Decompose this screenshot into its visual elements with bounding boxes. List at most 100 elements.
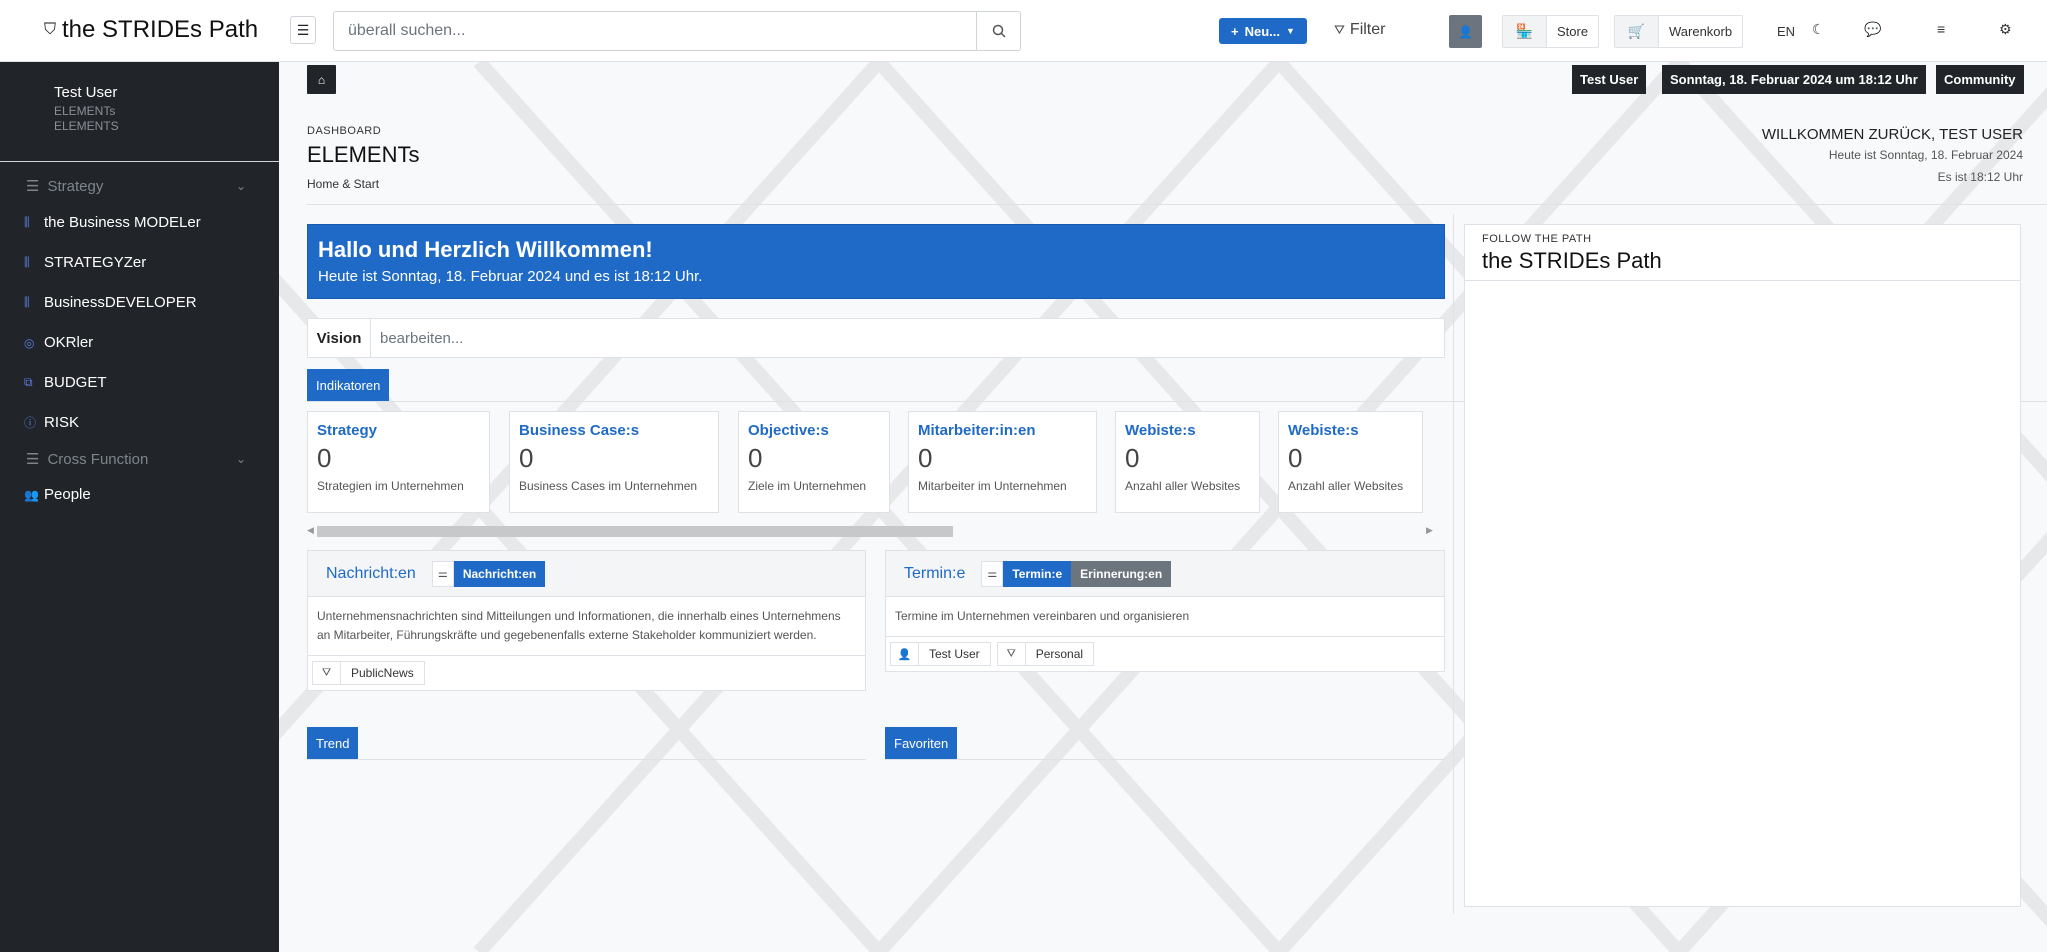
card-description: Business Cases im Unternehmen <box>519 479 698 493</box>
people-icon: 👥 <box>24 487 39 502</box>
user-menu-button[interactable]: 👤 <box>1449 15 1482 48</box>
scroll-left-arrow[interactable]: ◀ <box>307 525 314 536</box>
list-icon: ☰ <box>26 451 40 468</box>
filter-button[interactable]: ⛛ Filter <box>1334 21 1385 39</box>
community-badge[interactable]: Community <box>1936 65 2024 94</box>
card-value: 0 <box>317 443 332 473</box>
kpi-card-websites[interactable]: Webiste:s 0 Anzahl aller Websites <box>1115 411 1260 513</box>
store-icon: 🏪 <box>1503 16 1547 47</box>
sidebar-user[interactable]: Test User ELEMENTs ELEMENTS <box>54 84 119 133</box>
brand-logo[interactable]: ⛉ the STRIDEs Path <box>44 16 258 44</box>
events-panel: Termin:e ⚌ Termin:e Erinnerung:en Termin… <box>885 550 1445 672</box>
sidebar: Test User ELEMENTs ELEMENTS ☰ Strategy ⌄… <box>0 62 279 952</box>
banner-title: Hallo und Herzlich Willkommen! <box>318 237 653 262</box>
list-icon[interactable]: ≡ <box>1937 21 1945 37</box>
vision-field: Vision bearbeiten... <box>307 318 1445 358</box>
sidebar-item-label: People <box>44 486 91 503</box>
card-title: Strategy <box>317 422 378 439</box>
breadcrumb: DASHBOARD <box>307 125 382 137</box>
settings-sliders-icon[interactable]: ⚌ <box>431 560 454 587</box>
search-input[interactable]: überall suchen... <box>334 12 976 50</box>
card-description: Mitarbeiter im Unternehmen <box>918 479 1067 493</box>
settings-sliders-icon[interactable]: ⚌ <box>981 560 1004 587</box>
kpi-card-websites-2[interactable]: Webiste:s 0 Anzahl aller Websites <box>1278 411 1423 513</box>
vision-input[interactable]: bearbeiten... <box>371 319 472 357</box>
tab-trend[interactable]: Trend <box>307 727 359 759</box>
chip-label: PublicNews <box>351 666 414 680</box>
sidebar-group-strategy[interactable]: ☰ Strategy ⌄ <box>26 177 246 196</box>
horizontal-scrollbar[interactable] <box>317 526 953 537</box>
sidebar-item-people[interactable]: 👥 People <box>24 486 91 503</box>
sidebar-item-okrler[interactable]: ◎ OKRler <box>24 334 93 351</box>
brand-title: the STRIDEs Path <box>62 16 259 43</box>
dark-mode-icon[interactable]: ☾ <box>1812 21 1825 38</box>
strides-path-header: FOLLOW THE PATH the STRIDEs Path <box>1465 225 2020 281</box>
news-panel-header: Nachricht:en ⚌ Nachricht:en <box>308 551 865 597</box>
home-button[interactable]: ⌂ <box>307 65 336 94</box>
strides-path-title: the STRIDEs Path <box>1482 248 1662 273</box>
vision-label: Vision <box>308 319 371 357</box>
page-subtitle: Home & Start <box>307 177 380 191</box>
chat-icon[interactable]: 💬 <box>1864 21 1881 38</box>
events-description: Termine im Unternehmen vereinbaren und o… <box>886 597 1444 637</box>
chart-icon: ⫼ <box>24 215 30 229</box>
favorites-divider <box>885 759 1445 760</box>
kpi-card-employees[interactable]: Mitarbeiter:in:en 0 Mitarbeiter im Unter… <box>908 411 1097 513</box>
settings-sliders-icon[interactable]: ⚙ <box>1999 21 2012 38</box>
card-value: 0 <box>748 443 763 473</box>
search-button[interactable] <box>976 12 1020 50</box>
card-value: 0 <box>1125 443 1140 473</box>
events-panel-header: Termin:e ⚌ Termin:e Erinnerung:en <box>886 551 1444 597</box>
datetime-badge: Sonntag, 18. Februar 2024 um 18:12 Uhr <box>1662 65 1926 94</box>
sidebar-user-sub2: ELEMENTS <box>54 119 119 133</box>
search-icon <box>992 24 1006 38</box>
card-value: 0 <box>1288 443 1303 473</box>
events-user-chip[interactable]: 👤 Test User <box>890 642 991 666</box>
new-label: Neu... <box>1244 23 1281 39</box>
kpi-card-strategy[interactable]: Strategy 0 Strategien im Unternehmen <box>307 411 490 513</box>
sidebar-divider <box>0 161 279 162</box>
cart-label: Warenkorb <box>1669 24 1733 39</box>
tab-favorites[interactable]: Favoriten <box>885 727 958 759</box>
cart-button[interactable]: 🛒 Warenkorb <box>1614 15 1744 48</box>
chart-icon: ⫼ <box>24 255 30 269</box>
filter-icon: ⛛ <box>1334 22 1345 37</box>
chevron-down-icon: ⌄ <box>235 452 246 466</box>
events-filter-chip[interactable]: ⛛ Personal <box>996 642 1095 666</box>
column-divider <box>1453 214 1454 914</box>
sidebar-item-risk[interactable]: ⓘ RISK <box>24 414 79 431</box>
sidebar-item-businessdeveloper[interactable]: ⫼ BusinessDEVELOPER <box>24 294 197 311</box>
user-badge[interactable]: Test User <box>1572 65 1647 94</box>
events-button[interactable]: Termin:e <box>1003 560 1072 587</box>
top-bar: ⛉ the STRIDEs Path ☰ überall suchen... +… <box>0 0 2047 62</box>
filter-icon: ⛛ <box>313 662 341 684</box>
chart-icon: ⫼ <box>24 295 30 309</box>
store-label: Store <box>1557 24 1589 39</box>
language-switch[interactable]: EN <box>1777 24 1795 39</box>
tab-indicators[interactable]: Indikatoren <box>307 369 390 401</box>
kpi-card-objectives[interactable]: Objective:s 0 Ziele im Unternehmen <box>738 411 890 513</box>
card-title: Webiste:s <box>1125 422 1196 439</box>
alert-icon: ⓘ <box>24 416 37 430</box>
news-description: Unternehmensnachrichten sind Mitteilunge… <box>308 597 865 656</box>
reminders-button[interactable]: Erinnerung:en <box>1071 560 1172 587</box>
scroll-right-arrow[interactable]: ▶ <box>1426 525 1433 536</box>
card-description: Ziele im Unternehmen <box>748 479 867 493</box>
sidebar-user-name: Test User <box>54 84 118 101</box>
home-icon: ⌂ <box>317 72 326 87</box>
cart-icon: 🛒 <box>1615 16 1659 47</box>
sidebar-item-business-modeler[interactable]: ⫼ the Business MODELer <box>24 214 201 231</box>
filter-label: Filter <box>1349 21 1386 38</box>
sidebar-group-cross-function[interactable]: ☰ Cross Function ⌄ <box>26 450 246 469</box>
news-filter-chip[interactable]: ⛛ PublicNews <box>312 661 425 685</box>
store-button[interactable]: 🏪 Store <box>1502 15 1600 48</box>
menu-toggle-button[interactable]: ☰ <box>290 16 316 44</box>
kpi-card-business-cases[interactable]: Business Case:s 0 Business Cases im Unte… <box>509 411 719 513</box>
welcome-text: WILLKOMMEN ZURÜCK, TEST USER <box>1761 126 2023 143</box>
sidebar-item-budget[interactable]: ⧉ BUDGET <box>24 374 107 391</box>
card-title: Objective:s <box>748 422 829 439</box>
sidebar-item-strategyzer[interactable]: ⫼ STRATEGYZer <box>24 254 146 271</box>
logo-icon: ⛉ <box>44 21 57 38</box>
news-button[interactable]: Nachricht:en <box>453 560 546 587</box>
new-dropdown-button[interactable]: + Neu... ▼ <box>1219 18 1307 44</box>
